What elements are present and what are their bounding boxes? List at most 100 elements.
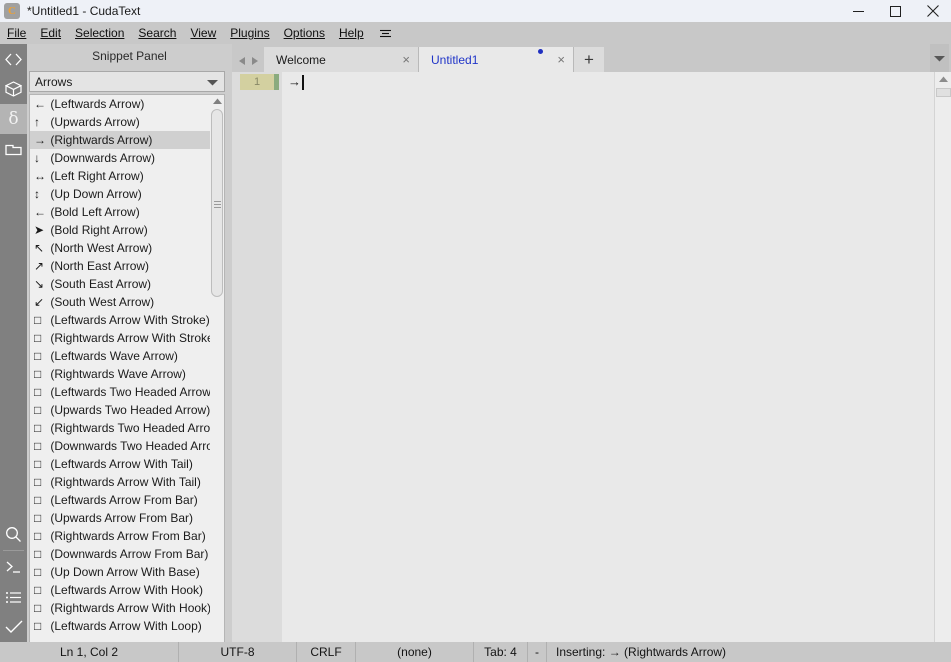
tab-untitled1[interactable]: Untitled1 × (419, 47, 574, 72)
tab-close-icon[interactable]: × (402, 53, 410, 66)
delta-snippet-icon[interactable]: δ (0, 104, 27, 134)
snippet-glyph: □ (34, 617, 47, 635)
snippet-list-item[interactable]: □ (Leftwards Arrow With Hook) (30, 581, 210, 599)
scrollbar-thumb[interactable] (936, 88, 951, 97)
rail-bottom-icons (0, 519, 27, 642)
title-bar: C *Untitled1 - CudaText (0, 0, 951, 22)
snippet-list-item[interactable]: ↕ (Up Down Arrow) (30, 185, 210, 203)
snippet-list-vertical-scrollbar[interactable] (210, 95, 224, 659)
snippet-list-item[interactable]: □ (Leftwards Arrow From Bar) (30, 491, 210, 509)
menu-options[interactable]: Options (277, 24, 332, 42)
snippet-list-item[interactable]: □ (Rightwards Two Headed Arrow) (30, 419, 210, 437)
menu-edit[interactable]: Edit (33, 24, 68, 42)
menu-edit-label: Edit (40, 26, 61, 40)
snippet-list-item[interactable]: ← (Bold Left Arrow) (30, 203, 210, 221)
snippet-glyph: □ (34, 419, 47, 437)
tab-close-icon[interactable]: × (557, 53, 565, 66)
editor-line-text: → (288, 74, 301, 90)
tab-welcome[interactable]: Welcome × (264, 47, 419, 72)
status-encoding[interactable]: UTF-8 (179, 642, 297, 662)
menu-help[interactable]: Help (332, 24, 371, 42)
chevron-down-icon[interactable] (207, 75, 218, 89)
snippet-list-item[interactable]: □ (Leftwards Arrow With Stroke) (30, 311, 210, 329)
combobox-value: Arrows (30, 75, 72, 89)
snippet-glyph: ← (34, 203, 47, 221)
snippet-label: (North West Arrow) (50, 241, 152, 255)
snippet-list-item[interactable]: □ (Downwards Arrow From Bar) (30, 545, 210, 563)
snippet-list-item[interactable]: □ (Rightwards Arrow With Hook) (30, 599, 210, 617)
close-button[interactable] (914, 0, 951, 22)
app-icon: C (4, 3, 20, 19)
scroll-up-icon[interactable] (210, 95, 224, 108)
snippet-list-item[interactable]: □ (Leftwards Two Headed Arrow) (30, 383, 210, 401)
status-lexer[interactable]: (none) (356, 642, 474, 662)
terminal-icon[interactable] (0, 552, 27, 582)
snippet-list-item[interactable]: ↓ (Downwards Arrow) (30, 149, 210, 167)
menu-selection[interactable]: Selection (68, 24, 131, 42)
chevron-left-icon[interactable] (238, 53, 247, 71)
snippet-list-item[interactable]: □ (Rightwards Arrow With Tail) (30, 473, 210, 491)
snippet-list-item[interactable]: → (Rightwards Arrow) (30, 131, 210, 149)
snippet-list-item[interactable]: ↑ (Upwards Arrow) (30, 113, 210, 131)
add-tab-button[interactable]: + (574, 47, 604, 72)
snippet-label: (Leftwards Arrow With Tail) (50, 457, 192, 471)
snippet-category-combobox[interactable]: Arrows (29, 71, 225, 92)
snippet-panel-title: Snippet Panel (92, 49, 167, 63)
snippet-list-item[interactable]: □ (Rightwards Wave Arrow) (30, 365, 210, 383)
snippet-glyph: ↙ (34, 293, 47, 311)
snippet-label: (Rightwards Arrow) (50, 133, 152, 147)
status-caret-position[interactable]: Ln 1, Col 2 (0, 642, 179, 662)
editor-line-1: → (288, 74, 304, 90)
scrollbar-thumb[interactable] (211, 109, 223, 297)
editor-vertical-scrollbar[interactable] (934, 72, 951, 642)
snippet-label: (Leftwards Arrow With Stroke) (50, 313, 209, 327)
text-editor[interactable]: 1 → (232, 72, 951, 642)
snippet-glyph: ➤ (34, 221, 47, 239)
snippet-list-item[interactable]: □ (Up Down Arrow With Base) (30, 563, 210, 581)
chevron-right-icon[interactable] (250, 53, 259, 71)
maximize-button[interactable] (877, 0, 914, 22)
folder-icon[interactable] (0, 134, 27, 164)
snippet-list-item[interactable]: □ (Downwards Two Headed Arrow) (30, 437, 210, 455)
code-brackets-icon[interactable] (0, 44, 27, 74)
menu-file[interactable]: File (0, 24, 33, 42)
editor-gutter: 1 (232, 72, 282, 642)
status-tab-size[interactable]: Tab: 4 (474, 642, 528, 662)
menu-search[interactable]: Search (131, 24, 183, 42)
snippet-list-item[interactable]: □ (Rightwards Arrow From Bar) (30, 527, 210, 545)
snippet-list-item[interactable]: □ (Leftwards Arrow With Loop) (30, 617, 210, 635)
list-icon[interactable] (0, 582, 27, 612)
snippet-list-item[interactable]: □ (Rightwards Arrow With Stroke) (30, 329, 210, 347)
minimize-button[interactable] (840, 0, 877, 22)
menu-view[interactable]: View (183, 24, 223, 42)
search-icon[interactable] (0, 519, 27, 549)
snippet-list-item[interactable]: □ (Leftwards Arrow With Tail) (30, 455, 210, 473)
snippet-list-item[interactable]: ↙ (South West Arrow) (30, 293, 210, 311)
snippet-list[interactable]: ← (Leftwards Arrow)↑ (Upwards Arrow)→ (R… (29, 94, 225, 662)
snippet-list-item[interactable]: ↘ (South East Arrow) (30, 275, 210, 293)
snippet-list-item[interactable]: ↖ (North West Arrow) (30, 239, 210, 257)
scroll-up-icon[interactable] (935, 72, 951, 87)
snippet-list-item[interactable]: ➤ (Bold Right Arrow) (30, 221, 210, 239)
tab-list-dropdown-button[interactable] (930, 44, 949, 72)
snippet-label: (Upwards Arrow) (50, 115, 139, 129)
snippet-label: (North East Arrow) (50, 259, 149, 273)
menu-help-label: Help (339, 26, 364, 40)
package-box-icon[interactable] (0, 74, 27, 104)
snippet-list-item[interactable]: □ (Leftwards Wave Arrow) (30, 347, 210, 365)
snippet-list-item[interactable]: □ (Upwards Arrow From Bar) (30, 509, 210, 527)
menu-plugins[interactable]: Plugins (223, 24, 276, 42)
scrollbar-grip (214, 201, 221, 206)
editor-text-area[interactable]: → (282, 72, 934, 642)
snippet-glyph: ↓ (34, 149, 47, 167)
hamburger-menu-icon[interactable] (371, 26, 400, 41)
modified-indicator-dot (538, 49, 543, 54)
status-separator: - (528, 642, 547, 662)
menu-selection-label: Selection (75, 26, 124, 40)
snippet-list-item[interactable]: ↗ (North East Arrow) (30, 257, 210, 275)
status-line-ends[interactable]: CRLF (297, 642, 356, 662)
snippet-list-item[interactable]: □ (Upwards Two Headed Arrow) (30, 401, 210, 419)
snippet-list-item[interactable]: ↔ (Left Right Arrow) (30, 167, 210, 185)
snippet-list-item[interactable]: ← (Leftwards Arrow) (30, 95, 210, 113)
checkmark-icon[interactable] (0, 612, 27, 642)
